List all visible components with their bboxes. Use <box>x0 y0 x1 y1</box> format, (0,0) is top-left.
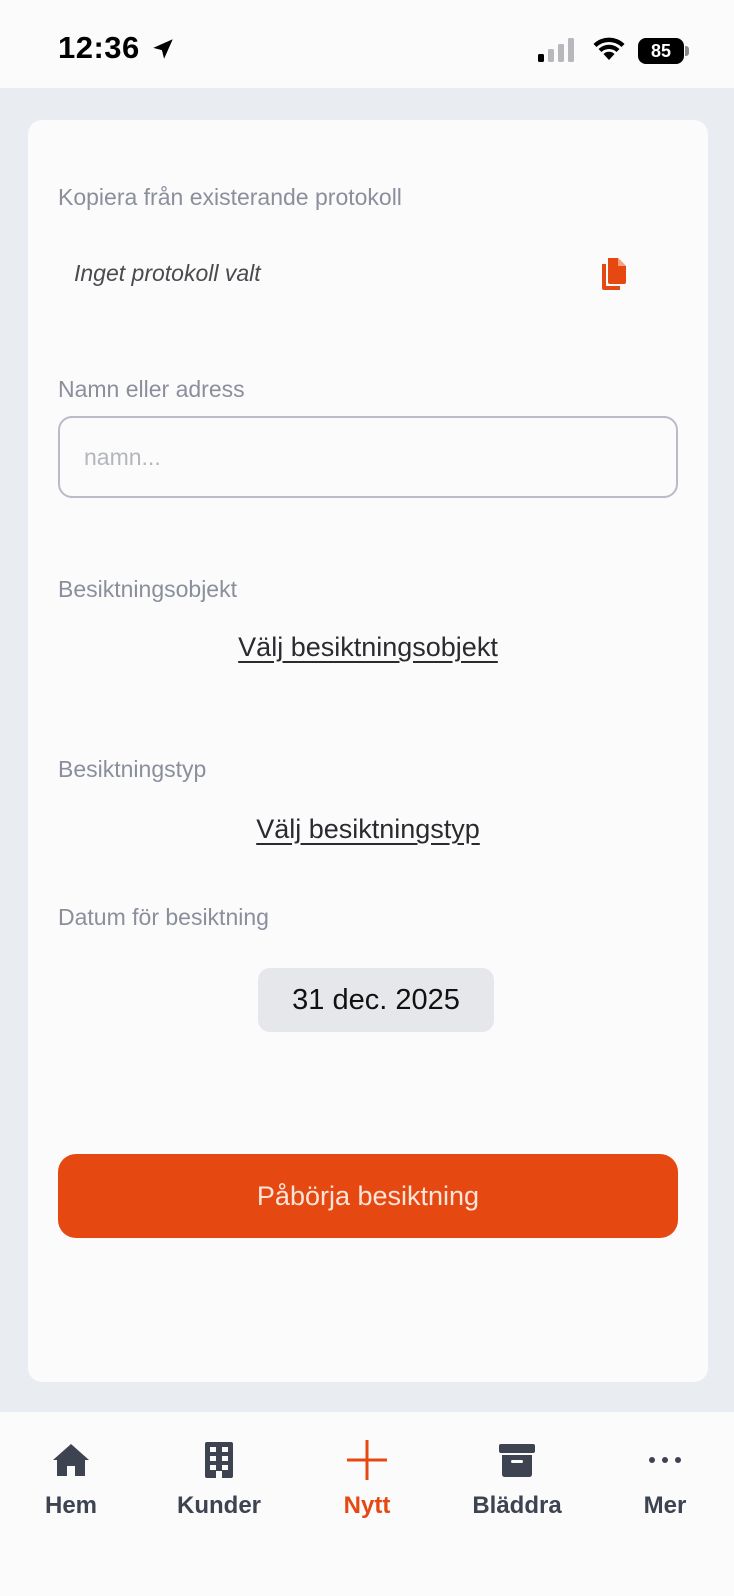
copy-protocol-label: Kopiera från existerande protokoll <box>58 184 402 210</box>
select-inspection-type-link[interactable]: Välj besiktningstyp <box>28 814 708 845</box>
name-address-label: Namn eller adress <box>58 376 245 402</box>
tab-browse[interactable]: Bläddra <box>452 1440 582 1530</box>
wifi-icon <box>593 37 625 60</box>
tab-label-new: Nytt <box>343 1492 391 1519</box>
battery-nub <box>685 46 689 56</box>
inspection-type-label: Besiktningstyp <box>58 756 207 782</box>
tab-label-browse: Bläddra <box>472 1492 562 1519</box>
home-icon <box>53 1444 89 1476</box>
status-bar: 12:36 85 <box>0 0 734 88</box>
select-inspection-object-link[interactable]: Välj besiktningsobjekt <box>28 632 708 663</box>
cellular-signal-icon <box>538 38 574 62</box>
archive-icon <box>499 1444 535 1477</box>
new-inspection-card: Kopiera från existerande protokoll Inget… <box>28 120 708 1382</box>
inspection-date-label: Datum för besiktning <box>58 904 269 930</box>
status-time: 12:36 <box>58 30 140 65</box>
tab-label-customers: Kunder <box>177 1492 261 1519</box>
selected-protocol-text[interactable]: Inget protokoll valt <box>74 260 261 287</box>
more-icon <box>649 1457 681 1463</box>
name-address-input[interactable] <box>58 416 678 498</box>
tab-label-more: Mer <box>643 1492 687 1519</box>
building-icon <box>205 1442 233 1478</box>
tab-more[interactable]: Mer <box>600 1440 730 1530</box>
plus-icon <box>347 1440 387 1480</box>
inspection-object-label: Besiktningsobjekt <box>58 576 237 602</box>
bottom-tab-bar: Hem Kunder Nytt Bläddra Mer <box>0 1412 734 1596</box>
inspection-date-picker[interactable]: 31 dec. 2025 <box>258 968 494 1032</box>
tab-label-home: Hem <box>44 1492 98 1519</box>
start-inspection-button[interactable]: Påbörja besiktning <box>58 1154 678 1238</box>
copy-documents-icon[interactable] <box>596 256 630 292</box>
tab-home[interactable]: Hem <box>6 1440 136 1530</box>
location-arrow-icon <box>153 39 173 59</box>
battery-indicator: 85 <box>638 38 690 64</box>
tab-new[interactable]: Nytt <box>302 1440 432 1530</box>
tab-customers[interactable]: Kunder <box>154 1440 284 1530</box>
battery-level: 85 <box>638 38 684 64</box>
